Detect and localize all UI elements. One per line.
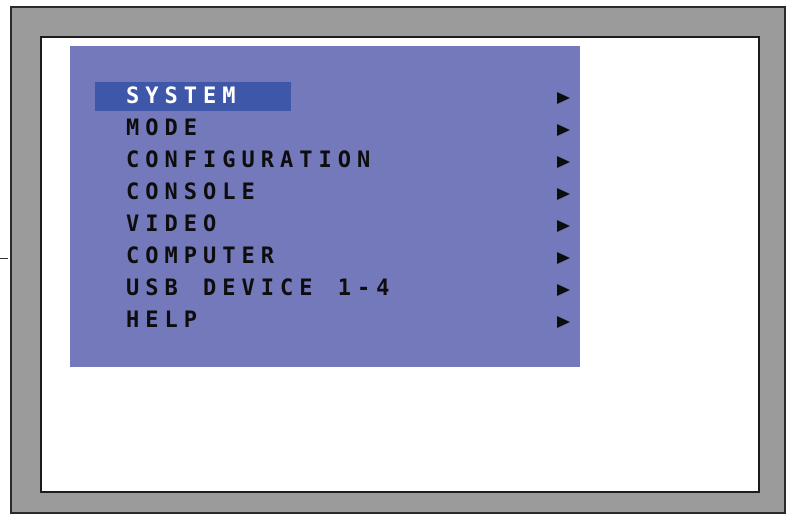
osd-display: SYSTEM MODE CONFIGURATION CONSOLE VIDEO … <box>0 0 790 518</box>
menu-item-usb-device[interactable]: USB DEVICE 1-4 <box>95 272 570 304</box>
submenu-arrow-icon <box>557 252 570 264</box>
menu-item-system[interactable]: SYSTEM <box>95 80 570 112</box>
edge-tick-mark <box>0 258 8 259</box>
submenu-arrow-icon <box>557 284 570 296</box>
menu-item-label: USB DEVICE 1-4 <box>126 276 396 301</box>
menu-list: SYSTEM MODE CONFIGURATION CONSOLE VIDEO … <box>95 80 570 336</box>
submenu-arrow-icon <box>557 124 570 136</box>
menu-item-label: MODE <box>126 116 203 141</box>
osd-main-menu: SYSTEM MODE CONFIGURATION CONSOLE VIDEO … <box>70 46 580 367</box>
submenu-arrow-icon <box>557 220 570 232</box>
monitor-screen: SYSTEM MODE CONFIGURATION CONSOLE VIDEO … <box>40 36 760 493</box>
menu-item-label: HELP <box>126 308 203 333</box>
monitor-bezel: SYSTEM MODE CONFIGURATION CONSOLE VIDEO … <box>10 6 786 514</box>
menu-item-mode[interactable]: MODE <box>95 112 570 144</box>
submenu-arrow-icon <box>557 156 570 168</box>
menu-item-label: SYSTEM <box>95 82 291 111</box>
menu-item-configuration[interactable]: CONFIGURATION <box>95 144 570 176</box>
menu-item-help[interactable]: HELP <box>95 304 570 336</box>
menu-item-label: CONSOLE <box>126 180 261 205</box>
menu-item-computer[interactable]: COMPUTER <box>95 240 570 272</box>
menu-item-console[interactable]: CONSOLE <box>95 176 570 208</box>
menu-item-label: COMPUTER <box>126 244 280 269</box>
submenu-arrow-icon <box>557 316 570 328</box>
menu-item-label: CONFIGURATION <box>126 148 377 173</box>
submenu-arrow-icon <box>557 188 570 200</box>
submenu-arrow-icon <box>557 92 570 104</box>
menu-item-video[interactable]: VIDEO <box>95 208 570 240</box>
menu-item-label: VIDEO <box>126 212 223 237</box>
